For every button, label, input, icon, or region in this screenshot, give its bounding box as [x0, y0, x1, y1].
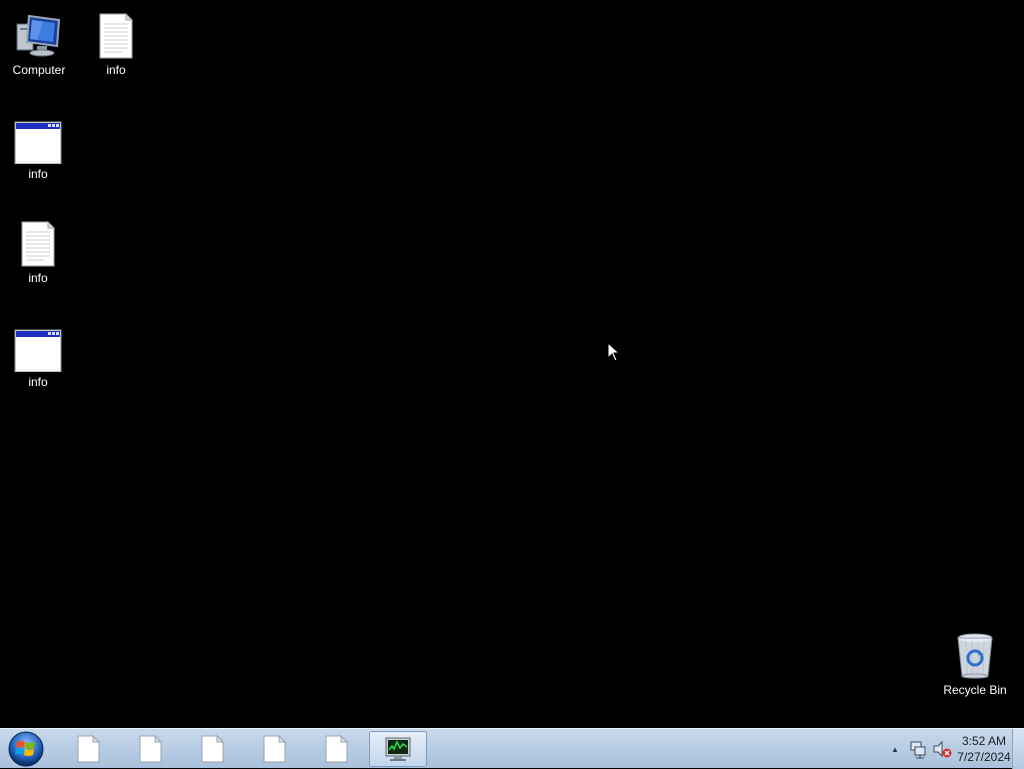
desktop-icon-computer[interactable]: Computer — [1, 4, 77, 100]
desktop-icon-recycle-bin[interactable]: Recycle Bin — [937, 628, 1013, 724]
taskbar-button-document-4[interactable] — [245, 731, 303, 767]
recycle-bin-icon — [951, 632, 999, 680]
taskbar-button-document-1[interactable] — [59, 731, 117, 767]
volume-muted-icon[interactable] — [932, 739, 952, 759]
notification-area: ▲ 3:52 AM 7/27/2024 — [854, 729, 1024, 769]
taskbar-button-document-5[interactable] — [307, 731, 365, 767]
computer-icon — [15, 12, 63, 60]
chevron-up-icon[interactable]: ▲ — [890, 744, 900, 754]
blank-document-icon — [325, 735, 348, 763]
window-app-icon — [14, 116, 62, 164]
desktop-icon-info-app[interactable]: info — [0, 108, 76, 204]
desktop-icon-info-app-2[interactable]: info — [0, 316, 76, 412]
taskbar-button-document-2[interactable] — [121, 731, 179, 767]
taskbar-button-document-3[interactable] — [183, 731, 241, 767]
desktop-icon-label: info — [28, 375, 48, 389]
system-clock[interactable]: 3:52 AM 7/27/2024 — [956, 733, 1012, 765]
blank-document-icon — [201, 735, 224, 763]
desktop-icon-label: info — [28, 167, 48, 181]
desktop-icon-info-text-2[interactable]: info — [0, 212, 76, 308]
taskbar: ▲ 3:52 AM 7/27/2024 — [0, 728, 1024, 769]
start-button[interactable] — [6, 730, 46, 768]
clock-time: 3:52 AM — [961, 734, 1007, 748]
blank-document-icon — [263, 735, 286, 763]
blank-document-icon — [139, 735, 162, 763]
desktop-icon-label: Computer — [12, 63, 66, 77]
blank-document-icon — [77, 735, 100, 763]
desktop-icon-label: info — [106, 63, 126, 77]
windows-orb-icon — [8, 731, 44, 767]
desktop-icon-info-text[interactable]: info — [78, 4, 154, 100]
desktop-icon-label: Recycle Bin — [943, 683, 1007, 697]
text-file-icon — [14, 220, 62, 268]
desktop-icon-label: info — [28, 271, 48, 285]
network-icon[interactable] — [908, 739, 928, 759]
mouse-cursor-icon — [607, 341, 621, 362]
taskbar-button-task-manager[interactable] — [369, 731, 427, 767]
task-manager-icon — [385, 737, 411, 761]
desktop: Computer info info info info Recycle Bin — [0, 0, 1024, 728]
text-file-icon — [92, 12, 140, 60]
window-app-icon — [14, 324, 62, 372]
show-desktop-button[interactable] — [1012, 729, 1024, 769]
clock-date: 7/27/2024 — [957, 750, 1011, 764]
